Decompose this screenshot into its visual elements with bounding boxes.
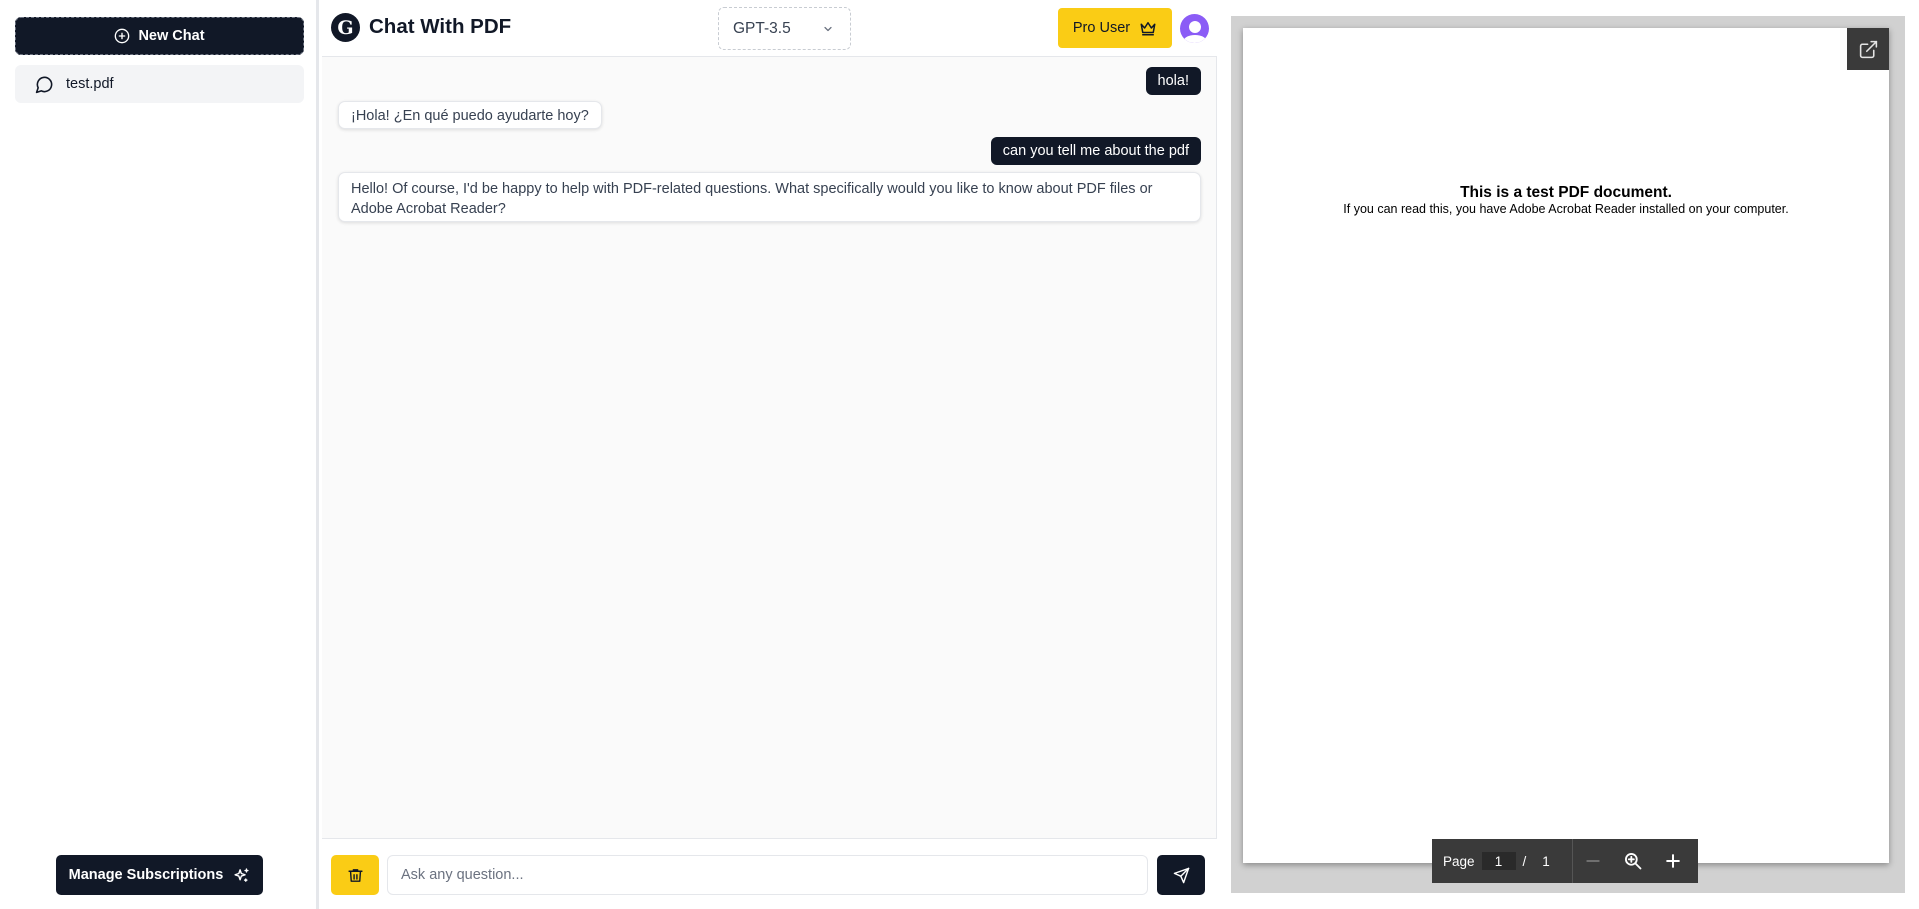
zoom-icon: [1625, 853, 1642, 870]
manage-subscriptions-label: Manage Subscriptions: [68, 867, 224, 883]
model-select-value: GPT-3.5: [733, 19, 791, 37]
assistant-message: ¡Hola! ¿En qué puedo ayudarte hoy?: [338, 101, 602, 129]
input-bar: [322, 838, 1217, 909]
send-button[interactable]: [1157, 855, 1205, 895]
plus-circle-icon: [115, 28, 130, 44]
message-list: hola! ¡Hola! ¿En qué puedo ayudarte hoy?…: [322, 57, 1217, 837]
page-title: Chat With PDF: [369, 15, 512, 38]
open-external-button[interactable]: [1847, 28, 1889, 70]
avatar-head: [1188, 21, 1201, 33]
chat-bubble-icon: [35, 76, 53, 93]
send-icon: [1173, 867, 1189, 883]
new-chat-button[interactable]: New Chat: [15, 17, 304, 55]
pdf-body-text: If you can read this, you have Adobe Acr…: [1343, 202, 1789, 216]
chevron-down-icon: [824, 26, 832, 32]
page-label: Page: [1443, 853, 1475, 869]
external-link-icon: [1859, 40, 1877, 58]
zoom-button[interactable]: [1613, 839, 1653, 883]
pro-user-label: Pro User: [1072, 20, 1131, 36]
pro-user-button[interactable]: Pro User: [1058, 8, 1172, 48]
avatar-shoulders: [1182, 35, 1207, 43]
sidebar-item-test-pdf[interactable]: test.pdf: [15, 65, 304, 103]
sparkles-icon: [234, 867, 249, 882]
chat-panel: G Chat With PDF GPT-3.5 Pro User hola! ¡…: [322, 0, 1217, 909]
app-logo: G: [331, 13, 360, 42]
user-message: can you tell me about the pdf: [990, 137, 1201, 165]
pdf-viewer: This is a test PDF document. If you can …: [1231, 16, 1905, 893]
new-chat-label: New Chat: [138, 28, 205, 44]
page-number-input[interactable]: [1481, 852, 1516, 870]
trash-icon: [347, 868, 363, 882]
sidebar: New Chat test.pdf Manage Subscriptions: [0, 0, 319, 909]
zoom-in-button[interactable]: [1653, 839, 1693, 883]
manage-subscriptions-button[interactable]: Manage Subscriptions: [56, 855, 263, 895]
user-message: hola!: [1145, 67, 1201, 95]
question-input[interactable]: [387, 855, 1148, 895]
pdf-toolbar: Page / 1: [1432, 839, 1698, 883]
model-select[interactable]: GPT-3.5: [718, 7, 851, 50]
zoom-out-button[interactable]: [1573, 839, 1613, 883]
assistant-message: Hello! Of course, I'd be happy to help w…: [338, 172, 1201, 222]
clear-chat-button[interactable]: [331, 855, 379, 895]
top-bar: G Chat With PDF GPT-3.5 Pro User: [322, 0, 1217, 57]
crown-icon: [1140, 22, 1156, 36]
page-separator: /: [1522, 853, 1527, 869]
minus-icon: [1586, 860, 1600, 862]
sidebar-item-label: test.pdf: [66, 76, 114, 92]
total-pages: 1: [1542, 853, 1550, 869]
user-avatar-icon[interactable]: [1180, 14, 1209, 43]
pdf-page: This is a test PDF document. If you can …: [1243, 28, 1889, 863]
pdf-heading: This is a test PDF document.: [1460, 184, 1672, 201]
plus-icon: [1666, 854, 1681, 868]
